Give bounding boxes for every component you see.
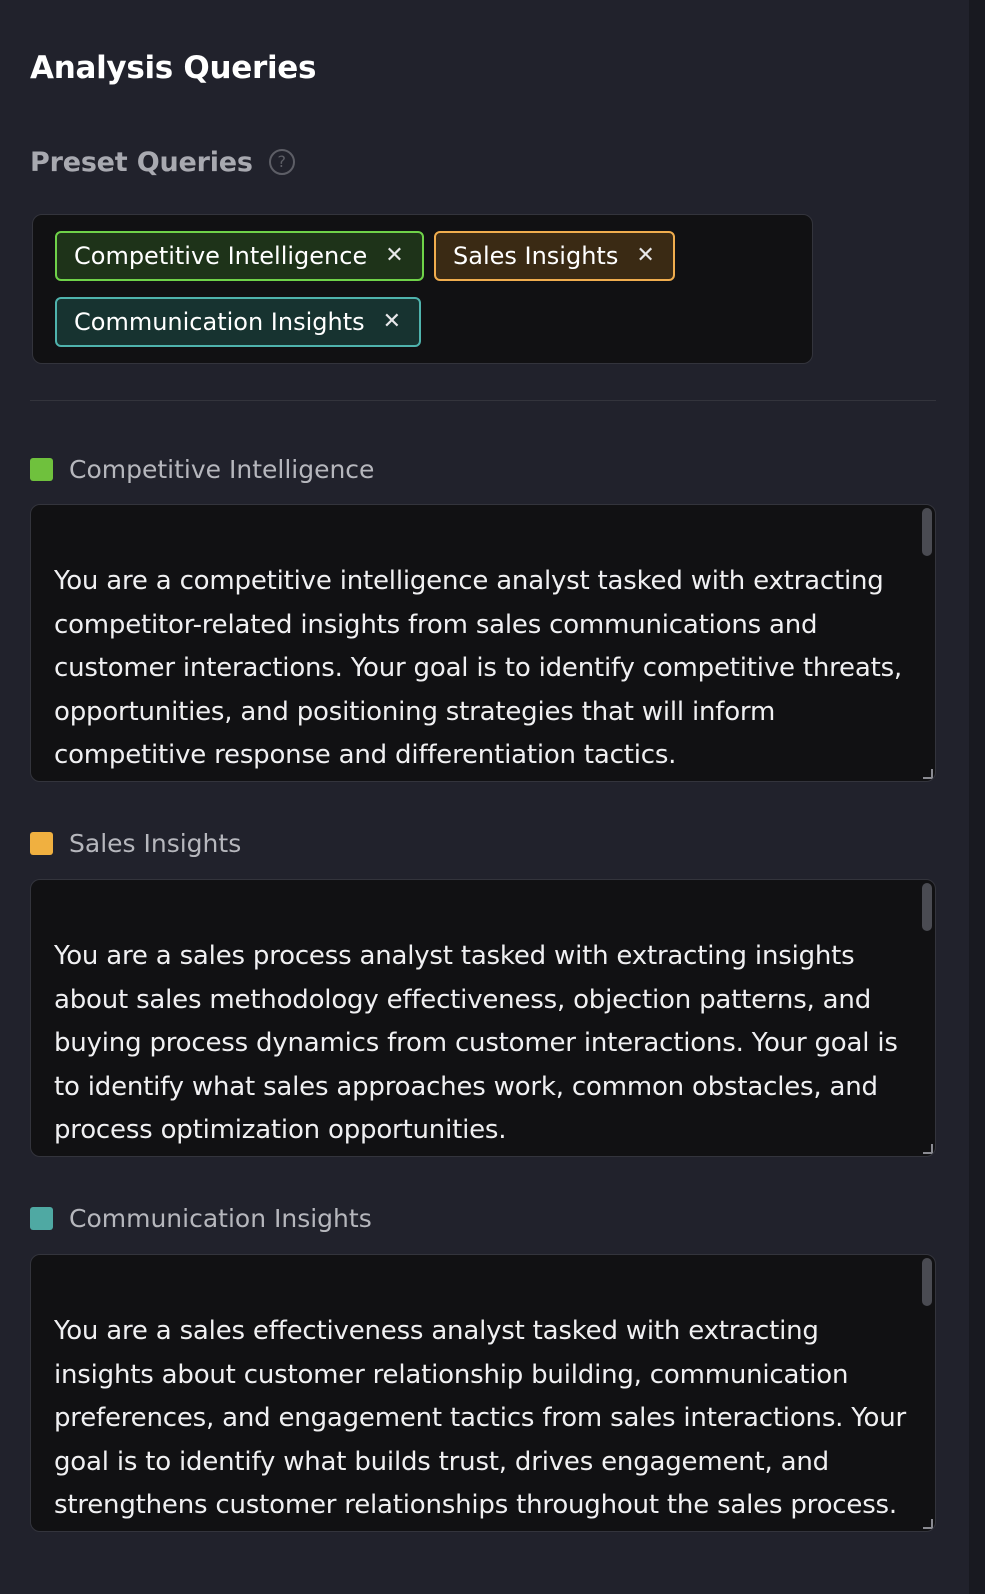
color-swatch [30, 831, 53, 855]
query-textarea-sales-insights[interactable]: You are a sales process analyst tasked w… [30, 879, 936, 1157]
resize-handle[interactable] [923, 1144, 933, 1154]
query-label: Communication Insights [69, 1203, 372, 1233]
tag-sales-insights: Sales Insights ✕ [434, 231, 675, 281]
query-text: You are a sales process analyst tasked w… [54, 941, 898, 1145]
close-icon[interactable]: ✕ [383, 311, 401, 333]
tag-label: Sales Insights [453, 242, 619, 270]
scrollbar-thumb[interactable] [922, 1258, 932, 1306]
analysis-queries-panel: Analysis Queries Preset Queries ? Compet… [0, 0, 969, 1594]
preset-queries-label-row: Preset Queries ? [30, 142, 295, 182]
color-swatch [30, 1206, 53, 1230]
help-icon[interactable]: ? [268, 149, 295, 175]
color-swatch [30, 457, 53, 481]
resize-handle[interactable] [923, 1519, 933, 1529]
close-icon[interactable]: ✕ [385, 245, 403, 267]
query-label-sales-insights: Sales Insights [30, 825, 241, 861]
preset-queries-multiselect[interactable]: Competitive Intelligence ✕ Sales Insight… [32, 214, 813, 364]
scrollbar-thumb[interactable] [922, 508, 932, 556]
query-label-communication-insights: Communication Insights [30, 1200, 372, 1236]
query-textarea-communication-insights[interactable]: You are a sales effectiveness analyst ta… [30, 1254, 936, 1532]
tag-label: Competitive Intelligence [74, 242, 368, 270]
tag-communication-insights: Communication Insights ✕ [55, 297, 422, 347]
query-label-competitive-intelligence: Competitive Intelligence [30, 451, 374, 487]
query-text: You are a sales effectiveness analyst ta… [54, 1316, 906, 1520]
preset-queries-label: Preset Queries [30, 146, 253, 178]
query-label: Competitive Intelligence [69, 454, 375, 484]
query-text: You are a competitive intelligence analy… [54, 566, 902, 770]
page-title: Analysis Queries [30, 50, 317, 86]
close-icon[interactable]: ✕ [636, 245, 654, 267]
tag-label: Communication Insights [74, 308, 365, 336]
divider [30, 400, 936, 401]
tag-competitive-intelligence: Competitive Intelligence ✕ [55, 231, 424, 281]
query-textarea-competitive-intelligence[interactable]: You are a competitive intelligence analy… [30, 504, 936, 782]
scrollbar-thumb[interactable] [922, 883, 932, 931]
page-scroll-gutter [969, 0, 985, 1594]
query-label: Sales Insights [69, 828, 242, 858]
resize-handle[interactable] [923, 769, 933, 779]
